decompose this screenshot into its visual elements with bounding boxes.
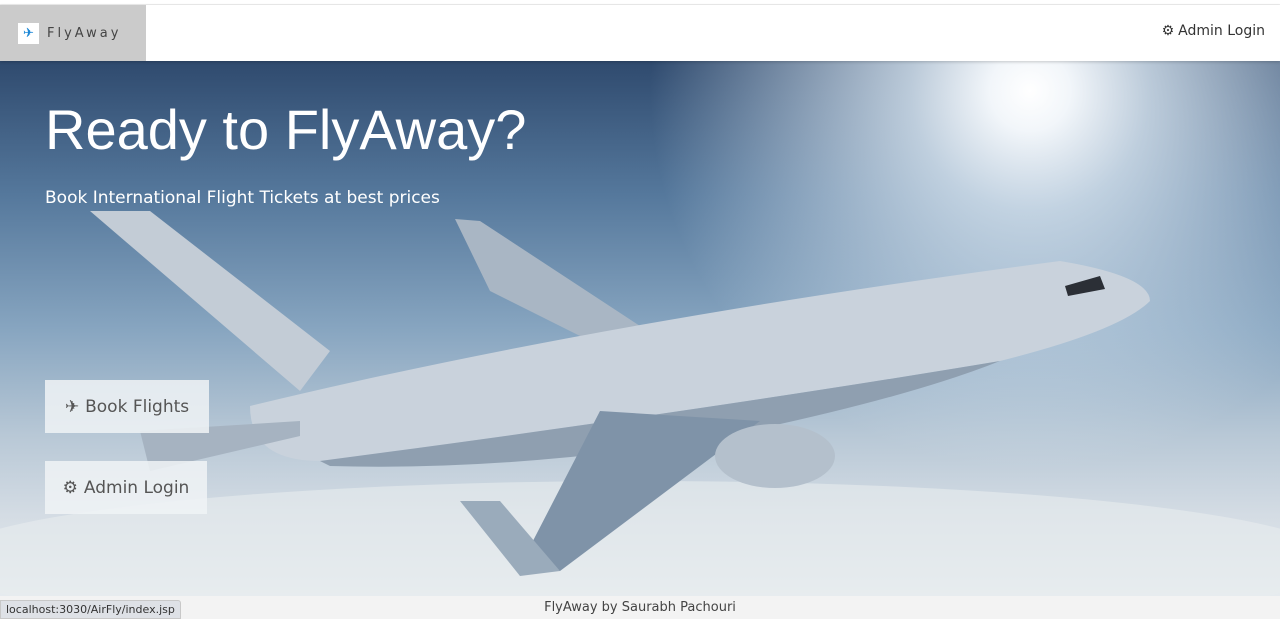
gear-icon: ⚙ xyxy=(1161,23,1175,39)
nav-admin-login-link[interactable]: ⚙ Admin Login xyxy=(1162,23,1265,39)
brand-name: FlyAway xyxy=(47,25,122,41)
nav-admin-login-label: Admin Login xyxy=(1178,23,1265,39)
navbar: ✈ FlyAway ⚙ Admin Login xyxy=(0,5,1280,61)
hero-subtitle: Book International Flight Tickets at bes… xyxy=(45,188,440,208)
admin-login-label: Admin Login xyxy=(83,477,190,498)
admin-login-button[interactable]: ⚙ Admin Login xyxy=(45,461,207,514)
plane-icon: ✈ xyxy=(64,396,80,417)
status-bar-url: localhost:3030/AirFly/index.jsp xyxy=(0,600,181,619)
hero-section: Ready to FlyAway? Book International Fli… xyxy=(0,61,1280,596)
footer: FlyAway by Saurabh Pachouri xyxy=(0,596,1280,619)
hero-title: Ready to FlyAway? xyxy=(45,98,527,161)
book-flights-button[interactable]: ✈ Book Flights xyxy=(45,380,209,433)
plane-logo-icon: ✈ xyxy=(18,22,39,44)
gear-icon: ⚙ xyxy=(62,477,78,498)
brand-link[interactable]: ✈ FlyAway xyxy=(0,5,146,61)
book-flights-label: Book Flights xyxy=(85,396,190,417)
